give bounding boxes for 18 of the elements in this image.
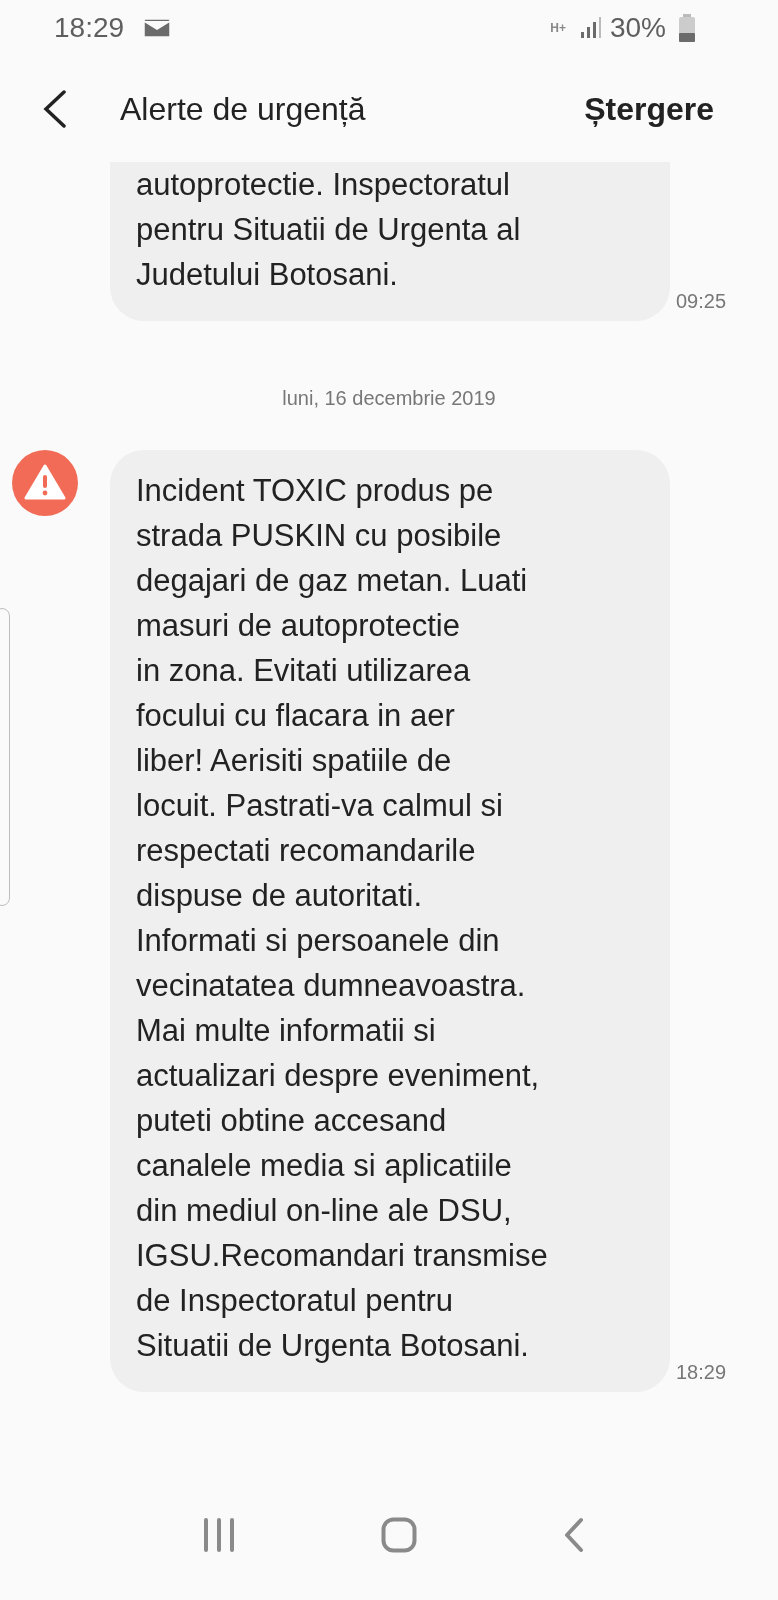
message-time: 18:29 xyxy=(676,1361,727,1384)
battery-icon xyxy=(678,14,696,42)
message-text: autoprotectie. Inspectoratul pentru Situatii de Urgenta al Judetului Botosani. xyxy=(136,166,522,294)
envelope-icon xyxy=(144,19,171,37)
home-icon[interactable] xyxy=(381,1517,417,1553)
delete-button[interactable]: Ștergere xyxy=(584,90,714,128)
warning-icon xyxy=(12,450,78,516)
date-separator: luni, 16 decembrie 2019 xyxy=(281,387,497,410)
message-time: 09:25 xyxy=(676,290,727,313)
screen-title: Alerte de urgență xyxy=(120,90,367,128)
back-icon[interactable] xyxy=(563,1517,585,1553)
battery-percent: 30% xyxy=(609,12,666,44)
signal-icon xyxy=(579,17,602,39)
message-text: Incident TOXIC produs pe strada PUSKIN cu posibile degajari de gaz metan. Luati masuri de autoprotectie in zona. Evitati utilizarea focului cu flacara in aer liber! Aerisiti spatiile de locuit. Pastrati-va calmul si respectati recomandarile dispuse de autoritati. Informati si persoanele din vecinatatea dumneavoastra. Mai multe informatii si actualizari despre eveniment, puteti obtine accesand canalele media si aplicatiile din mediul on-line ale DSU, IGSU.Recomandari transmise de Inspectoratul pentru Situatii de Urgenta Botosani. xyxy=(136,472,549,1365)
message-bubble[interactable]: autoprotectie. Inspectoratul pentru Situatii de Urgenta al Judetului Botosani. xyxy=(110,162,670,321)
network-type: H+ xyxy=(550,22,566,34)
status-time: 18:29 xyxy=(54,12,125,44)
recent-apps-icon[interactable] xyxy=(203,1518,235,1552)
